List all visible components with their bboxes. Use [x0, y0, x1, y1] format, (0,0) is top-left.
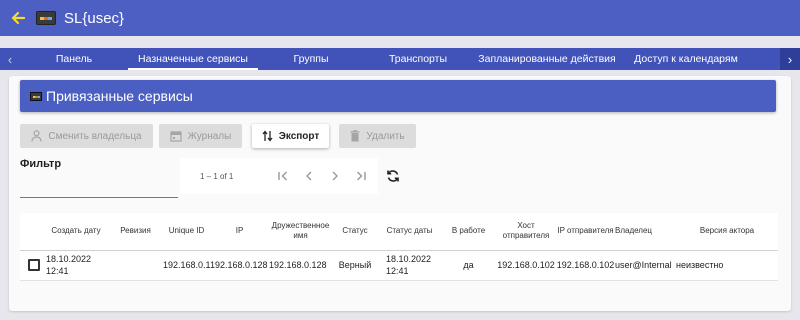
table-header-row: Создать дату Ревизия Unique ID IP Дружес… — [20, 213, 778, 251]
delete-button[interactable]: Удалить — [339, 124, 416, 148]
row-select-cell — [20, 250, 44, 281]
export-button[interactable]: Экспорт — [252, 124, 329, 148]
cell-owner: user@Internal — [615, 250, 676, 281]
header-source-ip[interactable]: IP отправителя — [556, 213, 615, 251]
header-actor-version[interactable]: Версия актора — [676, 213, 778, 251]
tab-bar: ‹ Панель Назначенные сервисы Группы Тран… — [0, 48, 800, 70]
cell-created: 18.10.2022 12:41 — [44, 250, 108, 281]
tab-panel[interactable]: Панель — [20, 48, 128, 70]
tab-calendar-access[interactable]: Доступ к календарям — [622, 48, 750, 70]
card-title: Привязанные сервисы — [46, 88, 193, 104]
tab-assigned-services[interactable]: Назначенные сервисы — [128, 48, 258, 70]
header-status[interactable]: Статус — [332, 213, 378, 251]
services-table: Создать дату Ревизия Unique ID IP Дружес… — [20, 213, 778, 281]
cell-status-date: 18.10.2022 12:41 — [378, 250, 441, 281]
table-row[interactable]: 18.10.2022 12:41 192.168.0.128 192.168.0… — [20, 250, 778, 281]
refresh-icon — [387, 170, 399, 182]
cell-in-use: да — [441, 250, 496, 281]
first-page-button[interactable] — [270, 163, 296, 189]
change-owner-button[interactable]: Сменить владельца — [20, 124, 153, 148]
header-revision[interactable]: Ревизия — [108, 213, 163, 251]
header-select — [20, 213, 44, 251]
back-button[interactable] — [4, 4, 32, 32]
cell-source-ip: 192.168.0.102 — [556, 250, 615, 281]
card-header: Привязанные сервисы — [20, 80, 776, 112]
header-in-use[interactable]: В работе — [441, 213, 496, 251]
tab-groups[interactable]: Группы — [258, 48, 364, 70]
tab-transports[interactable]: Транспорты — [364, 48, 472, 70]
chevron-right-icon — [332, 171, 338, 181]
swap-vertical-icon — [262, 130, 273, 142]
cell-source-host: 192.168.0.102 — [496, 250, 556, 281]
cell-friendly-name: 192.168.0.128 — [269, 250, 332, 281]
person-icon — [31, 130, 42, 142]
tabs-scroll-left-button[interactable]: ‹ — [0, 48, 20, 70]
arrow-left-icon — [11, 11, 26, 25]
previous-page-button[interactable] — [296, 163, 322, 189]
filter-label: Фильтр — [20, 158, 62, 170]
cell-status: Верный — [332, 250, 378, 281]
logs-label: Журналы — [187, 130, 232, 142]
chevron-left-icon — [306, 171, 312, 181]
content-card: Привязанные сервисы Сменить владельца Жу… — [9, 76, 791, 311]
last-page-icon — [357, 171, 366, 181]
next-page-button[interactable] — [322, 163, 348, 189]
first-page-icon — [278, 171, 287, 181]
cell-unique-id: 192.168.0.128 — [163, 250, 210, 281]
last-page-button[interactable] — [348, 163, 374, 189]
tab-scheduled-actions[interactable]: Запланированные действия — [472, 48, 622, 70]
app-bar: SL{usec} — [0, 0, 800, 36]
services-icon — [30, 91, 42, 101]
header-unique-id[interactable]: Unique ID — [163, 213, 210, 251]
cell-actor-version: неизвестно — [676, 250, 778, 281]
calendar-icon — [170, 131, 182, 142]
header-ip[interactable]: IP — [210, 213, 269, 251]
refresh-button[interactable] — [381, 164, 405, 188]
paginator: 1 – 1 of 1 — [180, 158, 378, 194]
app-logo-icon — [36, 11, 56, 25]
header-created[interactable]: Создать дату — [44, 213, 108, 251]
tabs-scroll-right-button[interactable]: › — [780, 48, 800, 70]
chevron-right-icon: › — [787, 51, 793, 67]
filter-input[interactable] — [20, 172, 178, 198]
export-label: Экспорт — [278, 130, 320, 142]
delete-label: Удалить — [366, 130, 405, 142]
header-owner[interactable]: Владелец — [615, 213, 676, 251]
header-source-host[interactable]: Хост отправителя — [496, 213, 556, 251]
logs-button[interactable]: Журналы — [159, 124, 242, 148]
paginator-range-label: 1 – 1 of 1 — [200, 171, 234, 181]
chevron-left-icon: ‹ — [7, 51, 13, 67]
app-title: SL{usec} — [64, 9, 125, 27]
trash-icon — [350, 130, 360, 142]
header-friendly-name[interactable]: Дружественное имя — [269, 213, 332, 251]
header-status-date[interactable]: Статус даты — [378, 213, 441, 251]
cell-revision — [108, 250, 163, 281]
row-checkbox[interactable] — [28, 259, 40, 271]
cell-ip: 192.168.0.128 — [210, 250, 269, 281]
change-owner-label: Сменить владельца — [48, 130, 142, 142]
